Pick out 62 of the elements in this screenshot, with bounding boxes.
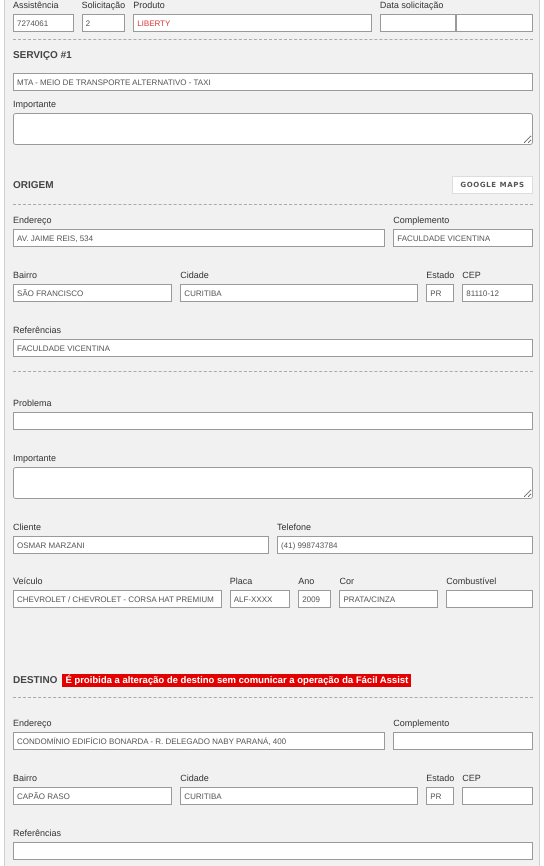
- input-field[interactable]: 2009: [298, 590, 332, 608]
- section-title: DESTINO: [13, 675, 58, 686]
- input-field[interactable]: OSMAR MARZANI: [13, 536, 269, 554]
- input-field[interactable]: ALF-XXXX: [230, 590, 290, 608]
- field-label: Veículo: [13, 576, 44, 586]
- input-field[interactable]: LIBERTY: [133, 14, 372, 32]
- input-field[interactable]: 7274061: [13, 14, 74, 32]
- field-label: Estado: [426, 773, 454, 783]
- field-label: Cor: [339, 576, 355, 586]
- input-field[interactable]: CHEVROLET / CHEVROLET - CORSA HAT PREMIUM: [13, 590, 222, 608]
- field-label: Complemento: [393, 215, 450, 225]
- field-label: Importante: [13, 99, 58, 109]
- input-field[interactable]: PR: [426, 284, 454, 302]
- input-field[interactable]: CURITIBA: [180, 284, 418, 302]
- input-field[interactable]: MTA - MEIO DE TRANSPORTE ALTERNATIVO - TAXI: [13, 73, 533, 91]
- field-label: Complemento: [393, 718, 450, 728]
- field-label: Produto: [133, 0, 166, 10]
- field-label: Estado: [426, 270, 454, 280]
- field-label: Cidade: [180, 773, 210, 783]
- input-field[interactable]: [456, 14, 533, 32]
- input-field[interactable]: [462, 787, 533, 805]
- field-label: Cidade: [180, 270, 210, 280]
- input-field[interactable]: [380, 14, 456, 32]
- input-field[interactable]: CAPÃO RASO: [13, 787, 172, 805]
- input-field[interactable]: SÃO FRANCISCO: [13, 284, 172, 302]
- field-label: Solicitação: [82, 0, 126, 10]
- field-label: Cliente: [13, 522, 42, 532]
- field-label: Referências: [13, 828, 62, 838]
- input-field[interactable]: [446, 590, 533, 608]
- input-field[interactable]: [13, 842, 533, 860]
- section-title: SERVIÇO #1: [13, 50, 72, 61]
- text-area[interactable]: [13, 467, 533, 499]
- input-field[interactable]: (41) 998743784: [277, 536, 533, 554]
- input-field[interactable]: 81110-12: [462, 284, 533, 302]
- input-field[interactable]: [13, 412, 533, 430]
- field-label: Problema: [13, 398, 53, 408]
- field-label: Endereço: [13, 718, 53, 728]
- input-field[interactable]: FACULDADE VICENTINA: [393, 229, 533, 247]
- field-label: Bairro: [13, 270, 38, 280]
- section-title: ORIGEM: [13, 180, 54, 190]
- field-label: Combustível: [446, 576, 498, 586]
- field-label: CEP: [462, 773, 482, 783]
- field-label: Bairro: [13, 773, 38, 783]
- input-field[interactable]: CONDOMÍNIO EDIFÍCIO BONARDA - R. DELEGADO NABY PARANÁ, 400: [13, 732, 386, 750]
- input-field[interactable]: FACULDADE VICENTINA: [13, 339, 533, 357]
- input-field[interactable]: CURITIBA: [180, 787, 418, 805]
- input-field[interactable]: PRATA/CINZA: [339, 590, 438, 608]
- field-label: Telefone: [277, 522, 312, 532]
- field-label: Referências: [13, 325, 62, 335]
- field-label: Endereço: [13, 215, 53, 225]
- field-label: Importante: [13, 453, 58, 463]
- field-label: Assistência: [13, 0, 60, 10]
- field-label: Ano: [298, 576, 316, 586]
- text-area[interactable]: [13, 113, 533, 145]
- input-field[interactable]: AV. JAIME REIS, 534: [13, 229, 386, 247]
- input-field[interactable]: [393, 732, 533, 750]
- field-label: Data solicitação: [380, 0, 444, 10]
- field-label: CEP: [462, 270, 482, 280]
- input-field[interactable]: 2: [82, 14, 126, 32]
- warning-banner: É proibida a alteração de destino sem comunicar a operação da Fácil Assist: [62, 674, 412, 687]
- field-label: Placa: [230, 576, 254, 586]
- input-field[interactable]: PR: [426, 787, 454, 805]
